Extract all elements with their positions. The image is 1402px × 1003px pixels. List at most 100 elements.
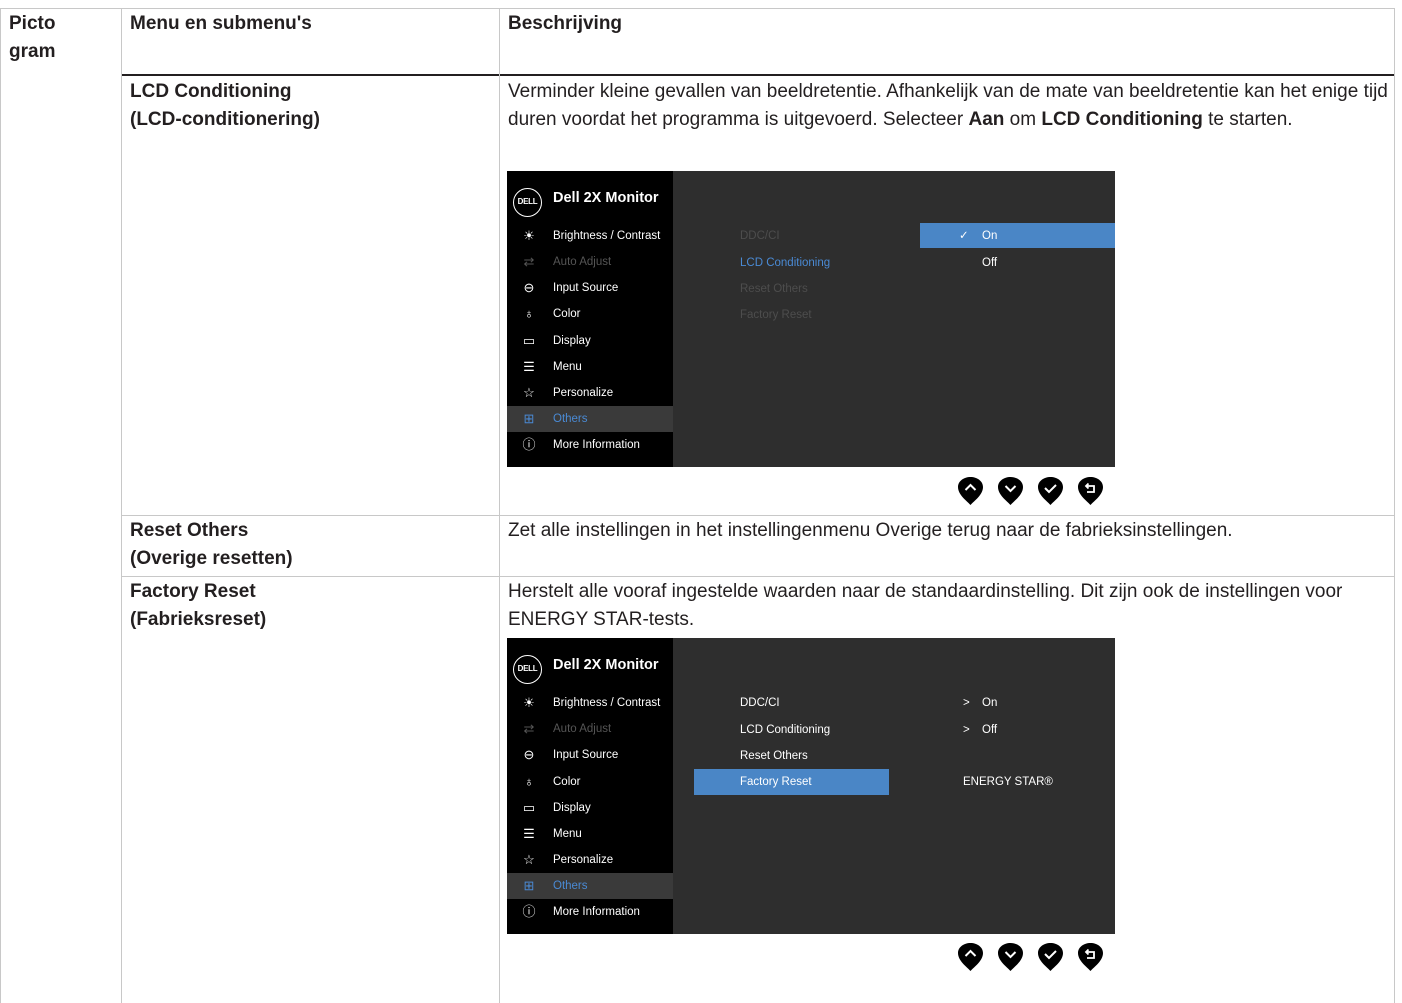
osd-item-label: Others xyxy=(553,413,588,425)
osd-item-auto-adjust[interactable]: ⇄ Auto Adjust xyxy=(507,716,673,742)
input-source-icon: ⊖ xyxy=(523,747,535,762)
menu-icon: ☰ xyxy=(523,359,535,374)
down-button[interactable] xyxy=(997,942,1024,972)
ok-button[interactable] xyxy=(1037,942,1064,972)
osd-option-off[interactable]: Off xyxy=(982,250,997,276)
others-icon: ⊞ xyxy=(523,411,535,426)
osd-item-label: Personalize xyxy=(553,387,614,399)
info-icon: ⓘ xyxy=(522,904,536,919)
menu-lcd-conditioning-nl: (LCD-conditionering) xyxy=(130,109,320,130)
osd-item-menu[interactable]: ☰ Menu xyxy=(507,821,673,847)
osd-sub-reset-others[interactable]: Reset Others xyxy=(740,743,808,769)
osd-item-label: Auto Adjust xyxy=(553,723,612,735)
header-pictogram-line2: gram xyxy=(9,41,56,62)
osd-title: Dell 2X Monitor xyxy=(553,657,659,673)
osd-item-more-information[interactable]: ⓘ More Information xyxy=(507,899,673,925)
osd-value-lcd-conditioning: Off xyxy=(982,724,998,736)
osd-item-display[interactable]: ▭ Display xyxy=(507,795,673,821)
osd-sub-factory-reset[interactable]: Factory Reset xyxy=(740,769,812,795)
dell-logo: DELL xyxy=(513,188,542,217)
osd-sub-ddc-ci[interactable]: DDC/CI xyxy=(740,690,780,716)
osd-option-on-highlight[interactable] xyxy=(920,223,1115,248)
star-icon: ☆ xyxy=(523,852,535,867)
menu-lcd-conditioning-en: LCD Conditioning xyxy=(130,81,292,102)
back-icon xyxy=(1078,943,1103,971)
header-pictogram: Picto gram xyxy=(9,10,109,66)
osd-item-label: Color xyxy=(553,308,581,320)
osd-sub-factory-reset[interactable]: Factory Reset xyxy=(740,302,812,328)
header-menu: Menu en submenu's xyxy=(130,13,312,34)
header-divider xyxy=(121,74,1395,76)
osd-item-more-information[interactable]: ⓘ More Information xyxy=(507,432,673,458)
osd-buttons-1 xyxy=(957,476,1104,506)
osd-sub-ddc-ci[interactable]: DDC/CI xyxy=(740,223,780,249)
ok-button[interactable] xyxy=(1037,476,1064,506)
row-divider-2 xyxy=(121,576,1395,577)
osd-item-auto-adjust[interactable]: ⇄ Auto Adjust xyxy=(507,249,673,275)
desc-bold-lcd: LCD Conditioning xyxy=(1041,109,1203,130)
osd-sub-reset-others[interactable]: Reset Others xyxy=(740,276,808,302)
osd-item-brightness[interactable]: ☀ Brightness / Contrast xyxy=(507,223,673,249)
check-icon xyxy=(1038,477,1063,505)
desc-bold-aan: Aan xyxy=(968,109,1005,130)
col-border-2 xyxy=(499,8,500,1003)
osd-item-label: Auto Adjust xyxy=(553,256,612,268)
down-arrow-icon xyxy=(998,943,1023,971)
osd-item-label: Brightness / Contrast xyxy=(553,230,661,242)
col-border-0 xyxy=(0,8,1,1003)
desc-lcd-conditioning: Verminder kleine gevallen van beeldreten… xyxy=(508,78,1393,134)
desc-text-2: om xyxy=(1004,109,1042,130)
osd-item-brightness[interactable]: ☀ Brightness / Contrast xyxy=(507,690,673,716)
up-button[interactable] xyxy=(957,476,984,506)
down-button[interactable] xyxy=(997,476,1024,506)
osd-item-label: More Information xyxy=(553,439,640,451)
menu-factory-reset-nl: (Fabrieksreset) xyxy=(130,609,267,630)
color-icon: ♁ xyxy=(524,774,534,789)
desc-factory-reset: Herstelt alle vooraf ingestelde waarden … xyxy=(508,581,1343,630)
osd-screenshot-factory-reset: DELL Dell 2X Monitor ☀ Brightness / Contr… xyxy=(507,638,1115,934)
osd-item-personalize[interactable]: ☆ Personalize xyxy=(507,847,673,873)
header-pictogram-line1: Picto xyxy=(9,13,56,34)
osd-item-menu[interactable]: ☰ Menu xyxy=(507,354,673,380)
osd-value-ddc-ci: On xyxy=(982,697,998,709)
chevron-right-icon: > xyxy=(963,724,970,736)
osd-item-others[interactable]: ⊞ Others xyxy=(507,406,673,432)
osd-item-input-source[interactable]: ⊖ Input Source xyxy=(507,742,673,768)
header-description: Beschrijving xyxy=(508,13,623,34)
table-top-border xyxy=(0,8,1395,9)
osd-sub-lcd-conditioning[interactable]: LCD Conditioning xyxy=(740,717,830,743)
back-button[interactable] xyxy=(1077,942,1104,972)
osd-item-color[interactable]: ♁ Color xyxy=(507,301,673,327)
osd-item-label: More Information xyxy=(553,906,640,918)
auto-adjust-icon: ⇄ xyxy=(523,254,535,269)
col-border-3 xyxy=(1394,8,1395,1003)
up-arrow-icon xyxy=(958,477,983,505)
osd-energy-star: ENERGY STAR® xyxy=(963,776,1053,788)
osd-item-label: Menu xyxy=(553,361,582,373)
brightness-icon: ☀ xyxy=(523,228,535,243)
col-border-1 xyxy=(121,8,122,1003)
check-icon xyxy=(1038,943,1063,971)
auto-adjust-icon: ⇄ xyxy=(523,721,535,736)
row-divider-1 xyxy=(121,515,1395,516)
osd-item-label: Others xyxy=(553,880,588,892)
osd-screenshot-lcd-conditioning: DELL Dell 2X Monitor ☀ Brightness / Contr… xyxy=(507,171,1115,467)
menu-factory-reset-en: Factory Reset xyxy=(130,581,256,602)
menu-factory-reset: Factory Reset (Fabrieksreset) xyxy=(130,578,266,634)
osd-item-label: Personalize xyxy=(553,854,614,866)
brightness-icon: ☀ xyxy=(523,695,535,710)
menu-reset-others-en: Reset Others xyxy=(130,520,249,541)
osd-item-personalize[interactable]: ☆ Personalize xyxy=(507,380,673,406)
up-arrow-icon xyxy=(958,943,983,971)
osd-item-color[interactable]: ♁ Color xyxy=(507,769,673,795)
osd-item-input-source[interactable]: ⊖ Input Source xyxy=(507,275,673,301)
osd-item-label: Input Source xyxy=(553,749,619,761)
up-button[interactable] xyxy=(957,942,984,972)
back-button[interactable] xyxy=(1077,476,1104,506)
osd-sub-lcd-conditioning[interactable]: LCD Conditioning xyxy=(740,250,830,276)
osd-item-display[interactable]: ▭ Display xyxy=(507,328,673,354)
osd-option-on[interactable]: On xyxy=(982,223,997,249)
check-icon: ✓ xyxy=(959,230,969,242)
menu-icon: ☰ xyxy=(523,826,535,841)
osd-item-others[interactable]: ⊞ Others xyxy=(507,873,673,899)
